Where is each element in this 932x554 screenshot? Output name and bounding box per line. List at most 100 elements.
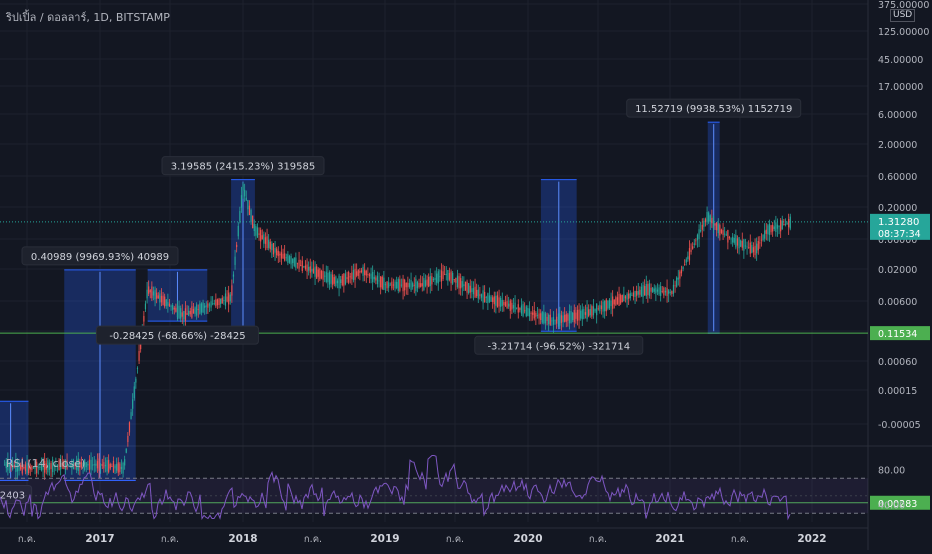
candle-body <box>223 300 225 301</box>
candle-body <box>176 304 179 318</box>
candle-body <box>274 247 276 253</box>
candle-body <box>733 238 735 243</box>
candle-body <box>124 459 126 466</box>
candle-body <box>352 269 355 281</box>
candle-body <box>575 312 577 319</box>
candle-body <box>389 284 391 286</box>
candle-body <box>200 303 203 313</box>
candle-body <box>216 299 219 306</box>
candle-body <box>661 291 663 293</box>
candle-body <box>359 270 361 273</box>
candle-body <box>296 263 299 265</box>
candle-body <box>356 271 358 276</box>
candle-body <box>581 309 583 320</box>
candle-body <box>434 277 436 280</box>
measure-label: 11.52719 (9938.53%) 1152719 <box>635 104 792 115</box>
candle-body <box>485 297 487 299</box>
candle-body <box>114 465 116 469</box>
candle-body <box>514 302 516 312</box>
candle-body <box>772 224 774 232</box>
candle-body <box>644 286 646 296</box>
candle-body <box>122 463 124 474</box>
candle-body <box>751 245 753 253</box>
candle-body <box>757 241 759 251</box>
candle-body <box>109 464 111 469</box>
candle-body <box>191 306 193 318</box>
candle-body <box>736 238 739 246</box>
candle-body <box>444 274 446 276</box>
candle-body <box>159 293 161 303</box>
measure-label: 0.40989 (9969.93%) 40989 <box>31 252 169 263</box>
candle-body <box>776 224 779 229</box>
candle-body <box>610 300 612 307</box>
candle-body <box>634 290 636 297</box>
candle-body <box>632 292 635 297</box>
candle-body <box>87 463 89 466</box>
candle-body <box>405 282 407 288</box>
candle-body <box>615 297 617 306</box>
candle-body <box>112 460 115 473</box>
y-tick-label: 0.00600 <box>878 297 917 308</box>
candle-body <box>616 297 619 305</box>
candle-body <box>181 312 183 317</box>
candle-body <box>666 287 668 296</box>
candle-body <box>509 300 511 311</box>
candle-body <box>288 256 291 263</box>
candle-body <box>768 223 771 235</box>
candle-body <box>724 233 726 235</box>
candle-body <box>386 281 388 289</box>
candle-body <box>708 212 710 222</box>
candle-body <box>332 274 334 285</box>
candle-body <box>640 286 643 297</box>
candle-body <box>476 290 478 297</box>
candle-body <box>656 289 659 292</box>
candle-body <box>677 277 679 280</box>
candle-body <box>674 285 676 287</box>
current-price-countdown: 08:37:34 <box>878 229 921 240</box>
candle-body <box>477 289 479 299</box>
chart-root[interactable]: -24030.40989 (9969.93%) 40989-0.28425 (-… <box>0 0 932 550</box>
candle-body <box>351 272 353 280</box>
candle-body <box>284 253 286 261</box>
candle-body <box>316 266 318 279</box>
candle-body <box>645 283 647 297</box>
candle-body <box>128 422 131 433</box>
candle-body <box>704 219 707 222</box>
candle-body <box>188 310 190 316</box>
candle-body <box>320 270 323 279</box>
candle-body <box>480 294 483 298</box>
candle-body <box>421 283 423 287</box>
candle-body <box>474 286 476 298</box>
price-chart[interactable]: -24030.40989 (9969.93%) 40989-0.28425 (-… <box>0 0 932 550</box>
candle-body <box>788 218 790 228</box>
measure-label: -0.28425 (-68.66%) -28425 <box>109 331 245 342</box>
candle-body <box>375 277 377 281</box>
candle-body <box>111 466 113 467</box>
currency-label[interactable]: USD <box>890 9 916 22</box>
candle-body <box>362 266 364 276</box>
candle-body <box>388 282 390 288</box>
candle-body <box>552 317 555 325</box>
candle-body <box>431 276 433 285</box>
candle-body <box>293 257 295 266</box>
candle-body <box>95 463 97 466</box>
candle-body <box>256 227 259 238</box>
candle-body <box>637 291 639 295</box>
candle-body <box>525 306 527 317</box>
candle-body <box>108 459 110 473</box>
candle-body <box>244 189 246 197</box>
candle-body <box>452 272 454 284</box>
candle-body <box>330 274 332 284</box>
candle-body <box>437 271 439 284</box>
candle-body <box>623 294 625 302</box>
candle-body <box>309 266 311 273</box>
x-tick-label: ก.ค. <box>589 534 607 545</box>
candle-body <box>399 279 401 291</box>
candle-body <box>207 303 209 308</box>
y-tick-label: 125.00000 <box>878 27 929 38</box>
candle-body <box>716 222 718 231</box>
candle-body <box>349 276 351 278</box>
candle-body <box>341 275 343 286</box>
candle-body <box>308 266 310 271</box>
candle-body <box>692 246 694 249</box>
